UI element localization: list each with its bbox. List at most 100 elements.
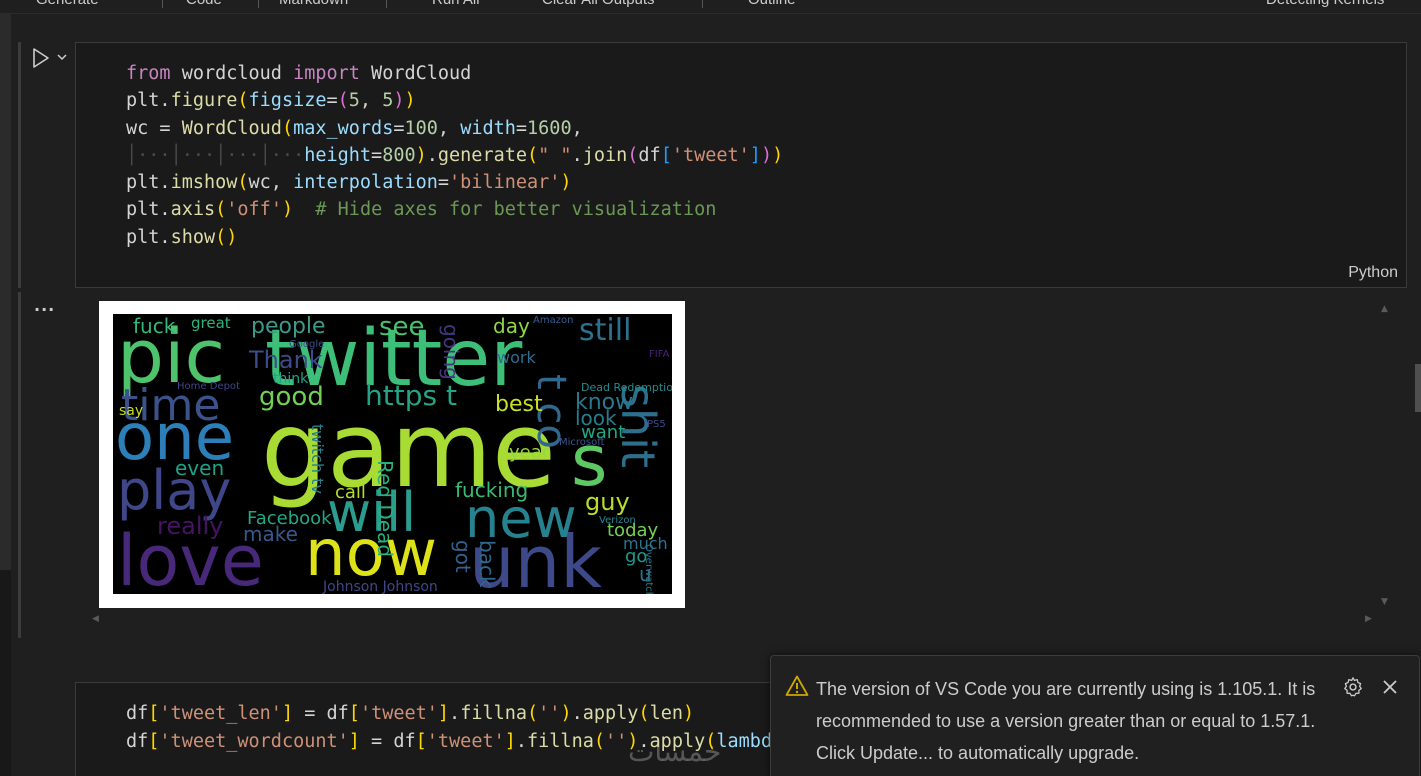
code-token: .	[571, 703, 583, 724]
code-line[interactable]: df['tweet_len'] = df['tweet'].fillna('')…	[126, 700, 772, 728]
code-line[interactable]: plt.imshow(wc, interpolation='bilinear')	[126, 169, 783, 196]
code-token: ''	[538, 703, 561, 724]
editor-gutter-lower	[0, 570, 11, 776]
code-token: (	[527, 703, 539, 724]
notification-message: The version of VS Code you are currently…	[816, 679, 1316, 763]
code-token: (	[638, 703, 650, 724]
wordcloud-word: Home Depot	[177, 381, 240, 392]
code-token: height	[304, 144, 372, 166]
code-token: 'tweet'	[426, 731, 505, 752]
wordcloud-word: guy	[585, 488, 630, 516]
chevron-down-icon[interactable]	[55, 50, 69, 64]
code-token: 5	[348, 90, 360, 112]
wordcloud-word: call	[335, 482, 366, 503]
code-token: ]	[281, 703, 294, 724]
code-token: (	[215, 199, 227, 221]
code-token: plt.	[126, 90, 171, 112]
run-cell-icon[interactable]	[30, 47, 52, 69]
wordcloud-word: Amazon	[533, 315, 574, 326]
kernel-picker[interactable]: Detecting Kernels	[1266, 0, 1384, 8]
code-token: )	[281, 199, 294, 221]
notebook-toolbar: Generate Code Markdown Run All Clear All…	[0, 0, 1421, 14]
clear-outputs-button[interactable]: Clear All Outputs	[542, 0, 655, 8]
code-token: )	[404, 90, 416, 112]
close-icon[interactable]	[1380, 677, 1400, 697]
wordcloud-word: people	[251, 314, 326, 339]
code-token: show	[170, 226, 216, 248]
run-all-button[interactable]: Run All	[432, 0, 480, 8]
code-token: lambd	[716, 731, 773, 752]
scroll-right-arrow-icon[interactable]: ▶	[1365, 614, 1372, 624]
code-token: 'tweet_wordcount'	[159, 731, 349, 752]
code-token: wordcloud	[170, 63, 294, 84]
wordcloud-word: Thank	[249, 346, 323, 374]
code-token: .	[426, 144, 438, 166]
code-token: [	[148, 703, 160, 724]
code-token: fillna	[460, 703, 528, 724]
code-token: df	[126, 731, 149, 752]
add-code-cell-button[interactable]: Code	[186, 0, 222, 8]
code-token: WordCloud	[359, 63, 472, 84]
code-token: )	[415, 144, 427, 166]
code-token: df	[638, 144, 661, 166]
scroll-up-arrow-icon[interactable]: ▲	[1381, 304, 1388, 314]
code-line[interactable]: from wordcloud import WordCloud	[126, 60, 783, 87]
wordcloud-word: back	[475, 540, 499, 588]
code-token: wc =	[126, 117, 182, 139]
code-token: =	[326, 90, 338, 112]
code-token: 100	[404, 117, 438, 139]
code-token: # Hide axes for better visualization	[315, 199, 717, 221]
code-token: " "	[538, 144, 572, 166]
wordcloud-word: got	[451, 540, 475, 573]
code-token: (	[627, 144, 639, 166]
code-line[interactable]: │···│···│···│···height=800).generate(" "…	[126, 142, 783, 169]
warning-icon	[785, 675, 809, 696]
code-token: ]	[437, 703, 450, 724]
code-line[interactable]: wc = WordCloud(max_words=100, width=1600…	[126, 115, 783, 142]
watermark: خمسات	[628, 735, 722, 768]
wordcloud-word: good	[259, 382, 324, 412]
code-token: [	[660, 144, 672, 166]
wordcloud-word: best	[495, 392, 543, 417]
code-token: width	[460, 117, 516, 139]
wordcloud-word: FIFA	[649, 349, 670, 360]
code-line[interactable]: plt.show()	[126, 224, 783, 251]
code-token: (	[593, 731, 605, 752]
code-token: interpolation	[293, 172, 438, 194]
code-token: ]	[749, 144, 761, 166]
code-token: =	[437, 172, 450, 194]
output-focus-bar[interactable]	[18, 292, 21, 638]
code-token: figure	[170, 90, 238, 112]
code-line[interactable]: plt.figure(figsize=(5, 5))	[126, 87, 783, 114]
code-token: plt.	[126, 172, 171, 194]
gear-icon[interactable]	[1342, 676, 1364, 698]
wordcloud-word: great	[191, 314, 231, 332]
add-markdown-cell-button[interactable]: Markdown	[279, 0, 348, 8]
cell-language-label[interactable]: Python	[1348, 264, 1398, 282]
code-token: from	[126, 63, 171, 84]
code-token: ()	[215, 226, 238, 248]
wordcloud-word: see	[379, 314, 425, 342]
output-more-actions-icon[interactable]: ···	[34, 300, 55, 319]
code-token: ]	[504, 731, 516, 752]
code-token: =	[371, 144, 383, 166]
wordcloud-word: fucking	[455, 478, 529, 502]
wordcloud-word: going	[439, 324, 463, 380]
code-token: 'tweet_len'	[159, 703, 282, 724]
code-editor[interactable]: from wordcloud import WordCloud plt.figur…	[126, 60, 783, 251]
code-token: import	[293, 63, 360, 84]
outline-button[interactable]: Outline	[748, 0, 796, 8]
wordcloud-word: fuck	[133, 314, 176, 338]
generate-button[interactable]: Generate	[36, 0, 99, 8]
scroll-down-arrow-icon[interactable]: ▼	[1381, 597, 1388, 607]
code-token: )	[560, 172, 572, 194]
code-token: 'tweet'	[359, 703, 438, 724]
code-cell[interactable]: from wordcloud import WordCloud plt.figur…	[75, 42, 1407, 288]
code-token: 800	[382, 144, 416, 166]
code-token: (	[527, 144, 539, 166]
scroll-left-arrow-icon[interactable]: ◀	[92, 614, 99, 624]
cell-focus-bar[interactable]	[18, 42, 21, 288]
code-line[interactable]: plt.axis('off') # Hide axes for better v…	[126, 196, 783, 223]
vertical-scrollbar-thumb[interactable]	[1415, 364, 1421, 412]
